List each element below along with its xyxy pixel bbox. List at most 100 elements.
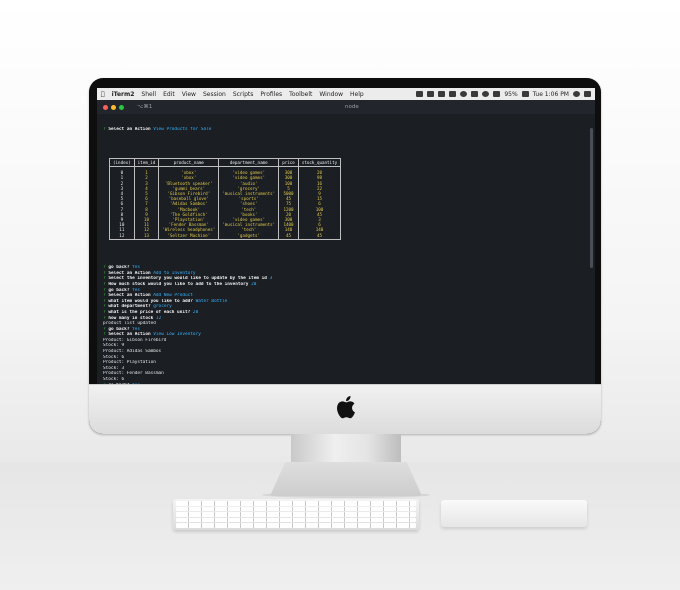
table-cell: 45 [278, 232, 299, 240]
macos-menubar:  iTerm2 Shell Edit View Session Scripts… [97, 88, 595, 100]
table-cell: 13 [133, 232, 160, 240]
table-row: 12 13 'Seltzer Machine''gadgets' 45 45 [109, 232, 342, 240]
menubar-clock[interactable]: Tue 1:06 PM [533, 91, 569, 98]
prompt-answer: Add New Product [153, 293, 193, 299]
prompt-answer: Yes [132, 326, 141, 332]
terminal-output[interactable]: ? Select an Action View Products for Sal… [97, 114, 595, 384]
prompt-question: Select an Action [108, 270, 151, 276]
menubar-item-window[interactable]: Window [319, 91, 343, 98]
bluetooth-icon[interactable] [471, 91, 479, 97]
menubar-status-area: 95% Tue 1:06 PM [416, 91, 591, 98]
prompt-answer: 12 [155, 315, 162, 321]
table-header-cell: (index) [109, 158, 135, 168]
screen:  iTerm2 Shell Edit View Session Scripts… [97, 88, 595, 384]
notification-center-icon[interactable] [584, 91, 591, 97]
menubar-item-session[interactable]: Session [203, 91, 226, 98]
close-window-button[interactable] [103, 104, 108, 110]
keyboard-row [176, 517, 416, 523]
prompt-question: what is the price of each unit? [108, 309, 191, 315]
output-text: Stock: 6 [103, 377, 125, 383]
prompt-answer: grocery [153, 304, 172, 310]
prompt-answer: View Products for Sale [153, 127, 212, 133]
search-icon[interactable] [573, 91, 580, 97]
prompt-symbol: ? [103, 293, 106, 299]
table-cell: 0 [109, 166, 135, 176]
tab-shortcut: ⌥⌘1 [137, 104, 153, 110]
prompt-question: go back? [108, 265, 130, 271]
terminal-scrollbar[interactable] [590, 128, 593, 268]
prompt-answer: Yes [132, 287, 141, 293]
menubar-item-shell[interactable]: Shell [141, 91, 156, 98]
table-body: 0 1'xbox''video games' 300 20 1 2 'xbox''video… [109, 166, 342, 240]
table-cell: 'Wireless headphones' [158, 227, 220, 233]
prompt-answer: View Low Inventory [153, 332, 201, 338]
output-text: product list updated [103, 321, 156, 327]
prompt-symbol: ? [103, 332, 106, 338]
zoom-window-button[interactable] [119, 104, 124, 110]
prompt-question: Select an Action [108, 127, 151, 133]
prompt-answer: 3 [269, 276, 273, 282]
keyboard-row [176, 501, 416, 506]
menubar-item-view[interactable]: View [182, 91, 196, 98]
prompt-symbol: ? [103, 270, 106, 276]
output-text: Stock: 6 [103, 354, 125, 360]
minimize-window-button[interactable] [111, 104, 116, 110]
output-text: Product: Fender Bassman [103, 371, 164, 377]
menubar-item-edit[interactable]: Edit [163, 91, 175, 98]
terminal-session-lines: ? go back? Yes? Select an Action Add to … [103, 265, 589, 384]
table-cell: 1 [133, 166, 160, 176]
output-text: Stock: 3 [103, 365, 125, 371]
apple-menu-icon[interactable]:  [101, 91, 105, 98]
prompt-symbol: ? [103, 298, 106, 304]
imac-stand-foot [270, 462, 422, 496]
table-header-cell: stock_quantity [297, 158, 342, 168]
shield-icon[interactable] [449, 91, 457, 97]
table-header-cell: department_name [218, 158, 280, 168]
volume-icon[interactable] [493, 91, 501, 97]
prompt-symbol: ? [103, 276, 106, 282]
table-cell: 'Seltzer Machine' [158, 232, 220, 240]
trackpad [441, 500, 587, 527]
prompt-symbol: ? [103, 287, 106, 293]
table-header-cell: item_id [133, 158, 160, 168]
prompt-question: Select an Action [108, 332, 151, 338]
menubar-item-scripts[interactable]: Scripts [233, 91, 254, 98]
prompt-question: go back? [108, 287, 130, 293]
table-cell: 20 [297, 166, 342, 176]
products-table: (index) item_id product_name department_nam… [109, 158, 342, 240]
menubar-item-help[interactable]: Help [350, 91, 364, 98]
table-cell: 300 [278, 166, 299, 176]
battery-icon[interactable] [521, 91, 529, 97]
download-icon[interactable] [438, 91, 446, 97]
prompt-question: How much stock would you like to add to … [108, 281, 249, 287]
cloud-icon[interactable] [427, 91, 435, 97]
battery-percent[interactable]: 95% [504, 91, 517, 98]
status-icon[interactable] [416, 91, 424, 97]
prompt-question: what item would you like to add? [108, 298, 193, 304]
prompt-symbol: ? [103, 265, 106, 271]
prompt-question: Select the inventory you would like to u… [108, 276, 267, 282]
keyboard-row [176, 506, 416, 512]
table-cell: 45 [297, 232, 342, 240]
menubar-item-profiles[interactable]: Profiles [260, 91, 282, 98]
prompt-answer: 20 [192, 309, 199, 315]
table-cell: 'Bluetooth speaker' [158, 180, 220, 186]
prompt-symbol: ? [103, 304, 106, 310]
timer-icon[interactable] [460, 91, 468, 97]
prompt-question: what department? [108, 304, 151, 310]
table-header-row: (index) item_id product_name department_nam… [109, 158, 342, 168]
keyboard-row [176, 512, 416, 517]
window-title: node [345, 104, 359, 110]
prompt-answer: 20 [251, 281, 257, 287]
table-header-cell: price [278, 158, 299, 168]
table-cell: 'gadgets' [218, 232, 280, 240]
menubar-app-name[interactable]: iTerm2 [112, 91, 135, 98]
menubar-item-toolbelt[interactable]: Toolbelt [289, 91, 312, 98]
apple-logo-icon [337, 395, 355, 419]
table-row: 0 1'xbox''video games' 300 20 [109, 166, 342, 176]
output-text: Stock: 9 [103, 343, 125, 349]
wifi-icon[interactable] [482, 91, 490, 97]
table-cell: 'video games' [218, 166, 280, 176]
table-header-cell: product_name [158, 158, 220, 168]
prompt-question: how many in stock [108, 315, 154, 321]
